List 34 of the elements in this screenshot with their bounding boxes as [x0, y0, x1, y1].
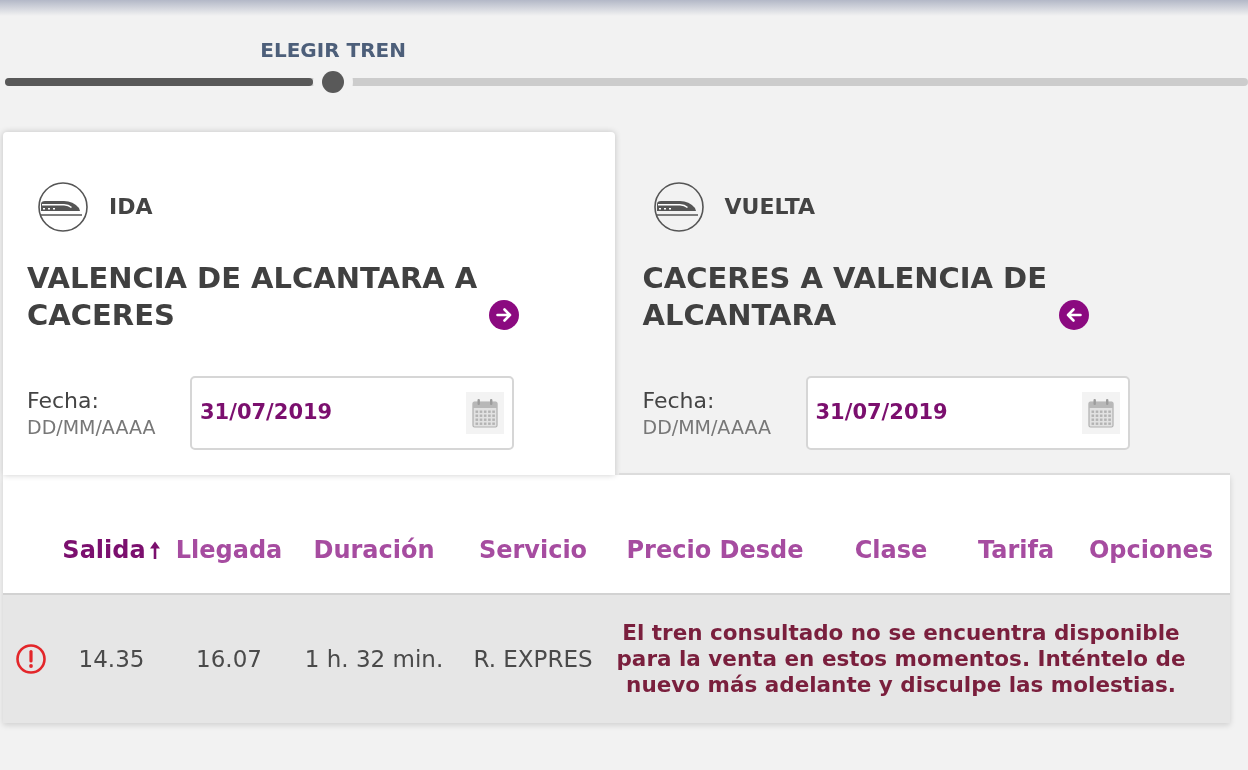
route-title: VALENCIA DE ALCANTARA A CACERES: [27, 260, 479, 334]
arrow-right-icon: [489, 300, 519, 330]
calendar-icon[interactable]: [1081, 392, 1120, 434]
column-header[interactable]: Clase: [854, 535, 928, 565]
alert-icon: [16, 644, 46, 674]
date-format-hint: DD/MM/AAAA: [27, 415, 157, 439]
trip-label: VUELTA: [724, 193, 816, 221]
date-label: Fecha:: [27, 387, 100, 415]
trip-panel[interactable]: VUELTA CACERES A VALENCIA DE ALCANTARA Fecha: DD/MM/AAAA 31/07/2019: [618, 132, 1230, 475]
date-label: Fecha:: [642, 387, 716, 415]
route-title: CACERES A VALENCIA DE ALCANTARA: [642, 260, 1048, 334]
date-field[interactable]: 31/07/2019: [805, 376, 1130, 450]
table-cell-text: 14.35: [78, 645, 145, 674]
column-header[interactable]: Precio Desde: [626, 535, 804, 565]
arrow-left-icon: [1058, 300, 1089, 330]
table-cell-text: 16.07: [196, 645, 262, 674]
column-header[interactable]: Servicio: [478, 535, 588, 565]
trip-label: IDA: [109, 193, 153, 221]
date-format-hint: DD/MM/AAAA: [642, 415, 772, 439]
column-header[interactable]: Duración: [313, 535, 435, 565]
unavailable-message: El tren consultado no se encuentra disponible para la venta en estos momentos. Inténtelo de nuevo más adelante y disculpe las molestias.: [615, 620, 1187, 698]
date-field[interactable]: 31/07/2019: [190, 376, 514, 450]
sort-ascending-icon: [148, 540, 161, 560]
table-cell-text: 1 h. 32 min.: [304, 645, 444, 674]
column-header[interactable]: Opciones: [1088, 535, 1214, 565]
calendar-icon[interactable]: [466, 392, 504, 434]
trip-panel[interactable]: IDA VALENCIA DE ALCANTARA A CACERES Fecha: DD/MM/AAAA 31/07/2019: [3, 132, 615, 475]
train-icon: [38, 182, 88, 232]
column-header[interactable]: Tarifa: [977, 535, 1055, 565]
step-label: ELEGIR TREN: [260, 38, 406, 62]
column-header[interactable]: Llegada: [175, 535, 283, 565]
column-header[interactable]: Salida: [62, 535, 161, 565]
table-cell-text: R. EXPRES: [473, 645, 593, 674]
train-icon: [653, 182, 704, 232]
